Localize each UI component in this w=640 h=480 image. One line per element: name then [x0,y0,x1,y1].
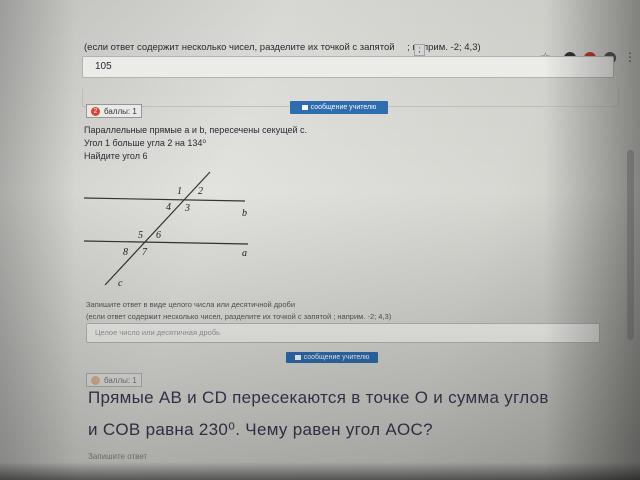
top-instruction-text: (если ответ содержит несколько чисел, ра… [84,42,395,53]
task2-line1: Параллельные прямые a и b, пересечены се… [84,125,308,135]
semicolon-key-icon: ; [414,44,425,56]
taskbar [0,462,640,480]
task3-note: Запишите ответ [88,452,148,461]
secant-c [104,171,211,286]
task2-line3: Найдите угол 6 [84,151,148,161]
task2-note2: (если ответ содержит несколько чисел, ра… [86,312,392,321]
line-a [83,240,249,245]
submit-button-label: сообщение учителю [303,354,370,361]
angle-label-2: 2 [198,186,203,197]
message-icon [294,355,301,360]
message-icon [301,105,308,110]
line-b [83,197,246,202]
label-a: a [242,248,247,259]
angle-label-4: 4 [166,202,171,213]
label-c: c [118,278,123,289]
menu-icon[interactable]: ⋮ [624,50,636,64]
top-answer-value: 105 [95,61,112,72]
task2-score-badge: 2 баллы: 1 [86,104,142,118]
task3-score-label: баллы: 1 [104,375,137,385]
task3-score-badge: баллы: 1 [86,373,142,387]
angle-label-5: 5 [138,230,143,241]
task2-score-label: баллы: 1 [104,106,137,116]
task-number-icon [91,375,100,385]
browser-screen: ☆ ⋮ (если ответ содержит несколько чисел… [0,0,640,480]
angle-label-1: 1 [177,186,182,197]
submit-button[interactable]: сообщение учителю [286,352,378,363]
message-teacher-label: сообщение учителю [310,104,377,111]
task-number-icon: 2 [91,106,100,116]
task3-line1: Прямые AB и CD пересекаются в точке O и … [88,388,549,407]
page-scrollbar[interactable] [627,150,634,340]
task2-line2: Угол 1 больше угла 2 на 134⁰ [84,138,207,148]
angle-label-7: 7 [142,247,148,258]
task3-line2: и COB равна 230⁰. Чему равен угол AOC? [88,420,433,439]
top-instruction: (если ответ содержит несколько чисел, ра… [84,42,481,56]
top-answer-field[interactable]: 105 [82,56,614,78]
angle-label-8: 8 [123,247,128,258]
angle-label-3: 3 [184,203,190,214]
task2-answer-placeholder: Целое число или десятичная дробь [95,328,221,337]
label-b: b [242,208,247,219]
message-teacher-button[interactable]: сообщение учителю [290,101,388,114]
task2-note1: Запишите ответ в виде целого числа или д… [86,300,296,309]
parallel-lines-figure: 1 2 4 3 b 5 6 8 7 a c [83,171,249,289]
angle-label-6: 6 [156,230,161,241]
task2-answer-input[interactable]: Целое число или десятичная дробь [86,323,600,343]
